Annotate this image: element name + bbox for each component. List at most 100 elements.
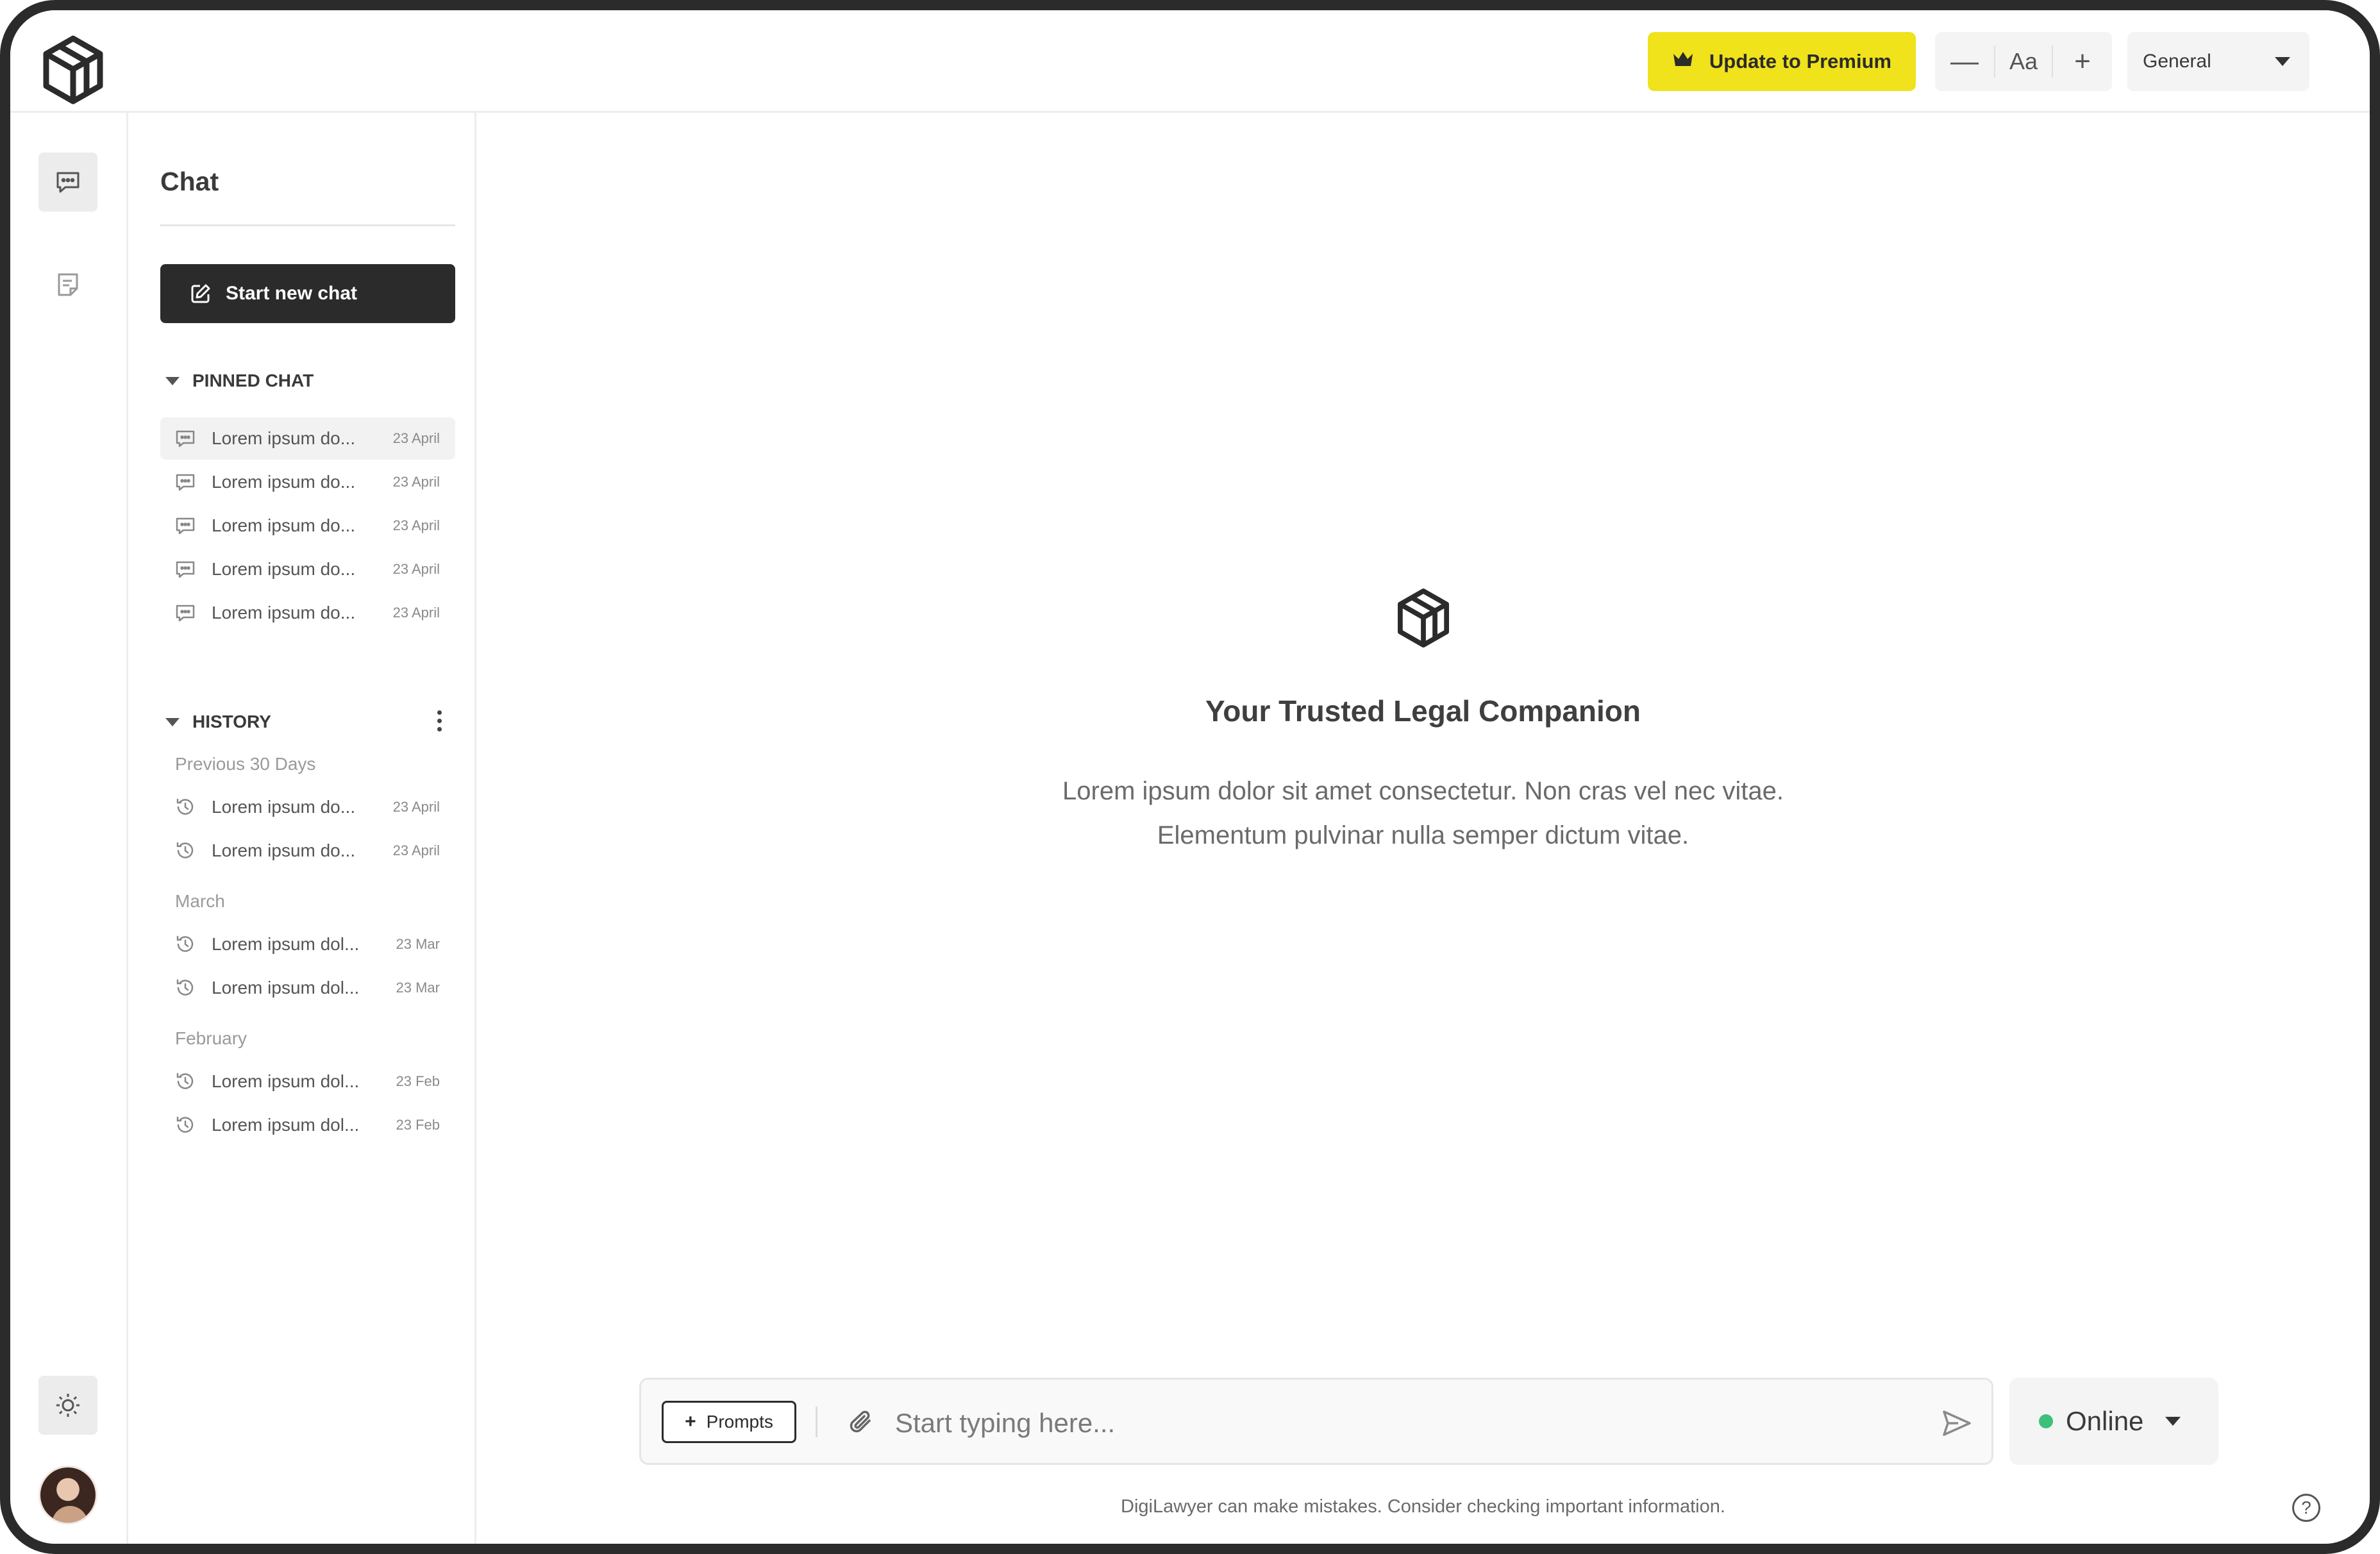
chat-item-date: 23 April <box>392 474 440 490</box>
message-composer: + Prompts <box>639 1378 1993 1465</box>
main-panel: Your Trusted Legal Companion Lorem ipsum… <box>476 113 2370 1544</box>
user-avatar[interactable] <box>38 1466 97 1525</box>
chat-item-date: 23 Mar <box>396 980 440 996</box>
status-value: Online <box>2066 1406 2144 1436</box>
chat-item-title: Lorem ipsum dol... <box>212 1115 360 1135</box>
app-logo-icon[interactable] <box>41 35 105 105</box>
update-premium-label: Update to Premium <box>1709 50 1892 72</box>
chat-item-date: 23 Mar <box>396 936 440 952</box>
chat-item-title: Lorem ipsum do... <box>212 472 356 492</box>
chat-bubble-icon <box>174 558 196 580</box>
chat-sidebar: Chat Start new chat PINNED CHAT HISTORY … <box>128 113 476 1544</box>
chat-item-date: 23 April <box>392 517 440 533</box>
message-input[interactable] <box>895 1398 1921 1449</box>
send-button[interactable] <box>1940 1407 1974 1440</box>
font-increase-button[interactable]: + <box>2053 32 2112 91</box>
send-icon <box>1943 1410 1971 1436</box>
chat-item-date: 23 April <box>392 799 440 815</box>
hero-subtitle-line-1: Lorem ipsum dolor sit amet consectetur. … <box>1062 777 1784 805</box>
chat-item-title: Lorem ipsum dol... <box>212 1071 360 1091</box>
chevron-down-icon <box>2275 57 2290 66</box>
pinned-chat-toggle[interactable]: PINNED CHAT <box>165 371 314 391</box>
document-icon <box>58 273 78 296</box>
chat-list-item[interactable]: Lorem ipsum dol... 23 Feb <box>160 1104 455 1146</box>
chat-bubble-icon <box>174 471 196 493</box>
font-decrease-button[interactable]: — <box>1935 32 1994 91</box>
chat-list-item[interactable]: Lorem ipsum do... 23 April <box>160 548 455 590</box>
history-icon <box>174 1114 196 1136</box>
chat-list-item[interactable]: Lorem ipsum do... 23 April <box>160 592 455 634</box>
history-icon <box>174 796 196 818</box>
start-new-chat-label: Start new chat <box>226 283 358 304</box>
edit-icon <box>191 284 210 303</box>
sidebar-divider <box>160 224 455 226</box>
update-premium-button[interactable]: Update to Premium <box>1648 32 1916 91</box>
mode-dropdown[interactable]: General <box>2127 32 2309 91</box>
chat-item-date: 23 Feb <box>396 1073 440 1089</box>
chat-bubble-icon <box>56 172 80 193</box>
chat-list-item[interactable]: Lorem ipsum dol... 23 Mar <box>160 923 455 965</box>
prompts-label: Prompts <box>706 1412 773 1432</box>
help-icon[interactable]: ? <box>2292 1494 2320 1522</box>
chat-list-item[interactable]: Lorem ipsum dol... 23 Feb <box>160 1060 455 1103</box>
history-group-label: March <box>175 891 225 911</box>
chat-item-date: 23 April <box>392 605 440 621</box>
history-icon <box>174 1071 196 1092</box>
history-icon <box>174 977 196 999</box>
chat-item-title: Lorem ipsum do... <box>212 559 356 579</box>
composer-divider <box>816 1407 817 1437</box>
chat-item-title: Lorem ipsum dol... <box>212 978 360 998</box>
chat-list-item[interactable]: Lorem ipsum do... 23 April <box>160 830 455 872</box>
history-icon <box>174 933 196 955</box>
hero-subtitle-line-2: Elementum pulvinar nulla semper dictum v… <box>1157 821 1689 849</box>
chat-list-item[interactable]: Lorem ipsum do... 23 April <box>160 461 455 503</box>
font-size-control: — Aa + <box>1935 32 2112 91</box>
chat-list-item[interactable]: Lorem ipsum do... 23 April <box>160 505 455 547</box>
status-dot-icon <box>2039 1414 2053 1428</box>
chat-item-title: Lorem ipsum do... <box>212 797 356 817</box>
rail-documents-button[interactable] <box>38 255 97 314</box>
sun-icon <box>56 1394 80 1417</box>
icon-rail <box>10 113 128 1544</box>
caret-down-icon <box>165 717 180 726</box>
chat-item-title: Lorem ipsum do... <box>212 428 356 448</box>
chat-item-date: 23 Feb <box>396 1117 440 1133</box>
history-icon <box>174 840 196 862</box>
pinned-chat-label: PINNED CHAT <box>192 371 314 390</box>
mode-dropdown-value: General <box>2143 51 2211 72</box>
app-logo-icon <box>1396 587 1451 649</box>
caret-down-icon <box>165 376 180 385</box>
plus-icon: + <box>685 1411 696 1432</box>
chat-bubble-icon <box>174 602 196 624</box>
paperclip-icon <box>850 1410 871 1433</box>
rail-chat-button[interactable] <box>38 153 97 212</box>
history-group-label: February <box>175 1028 247 1048</box>
chat-item-date: 23 April <box>392 430 440 446</box>
history-toggle[interactable]: HISTORY <box>165 712 271 732</box>
attach-file-button[interactable] <box>846 1408 876 1437</box>
chat-list-item[interactable]: Lorem ipsum do... 23 April <box>160 786 455 828</box>
status-dropdown[interactable]: Online <box>2009 1378 2218 1465</box>
history-group-label: Previous 30 Days <box>175 754 316 774</box>
crown-icon <box>1672 50 1694 73</box>
start-new-chat-button[interactable]: Start new chat <box>160 264 455 323</box>
chat-bubble-icon <box>174 428 196 449</box>
chat-item-title: Lorem ipsum do... <box>212 603 356 622</box>
history-label: HISTORY <box>192 712 271 731</box>
theme-toggle-button[interactable] <box>38 1376 97 1435</box>
chat-bubble-icon <box>174 515 196 537</box>
app-window: Update to Premium — Aa + General Chat St… <box>0 0 2380 1554</box>
disclaimer-text: DigiLawyer can make mistakes. Consider c… <box>1121 1496 1725 1517</box>
chat-list-item[interactable]: Lorem ipsum do... 23 April <box>160 417 455 460</box>
chat-item-date: 23 April <box>392 561 440 577</box>
chat-list-item[interactable]: Lorem ipsum dol... 23 Mar <box>160 967 455 1009</box>
chevron-down-icon <box>2165 1417 2181 1426</box>
sidebar-title: Chat <box>160 167 219 196</box>
more-options-icon[interactable] <box>437 710 442 736</box>
chat-item-title: Lorem ipsum do... <box>212 515 356 535</box>
chat-item-title: Lorem ipsum dol... <box>212 934 360 954</box>
font-size-label: Aa <box>1994 46 2053 78</box>
chat-item-date: 23 April <box>392 842 440 858</box>
top-bar: Update to Premium — Aa + General <box>10 10 2370 113</box>
prompts-button[interactable]: + Prompts <box>662 1401 796 1443</box>
